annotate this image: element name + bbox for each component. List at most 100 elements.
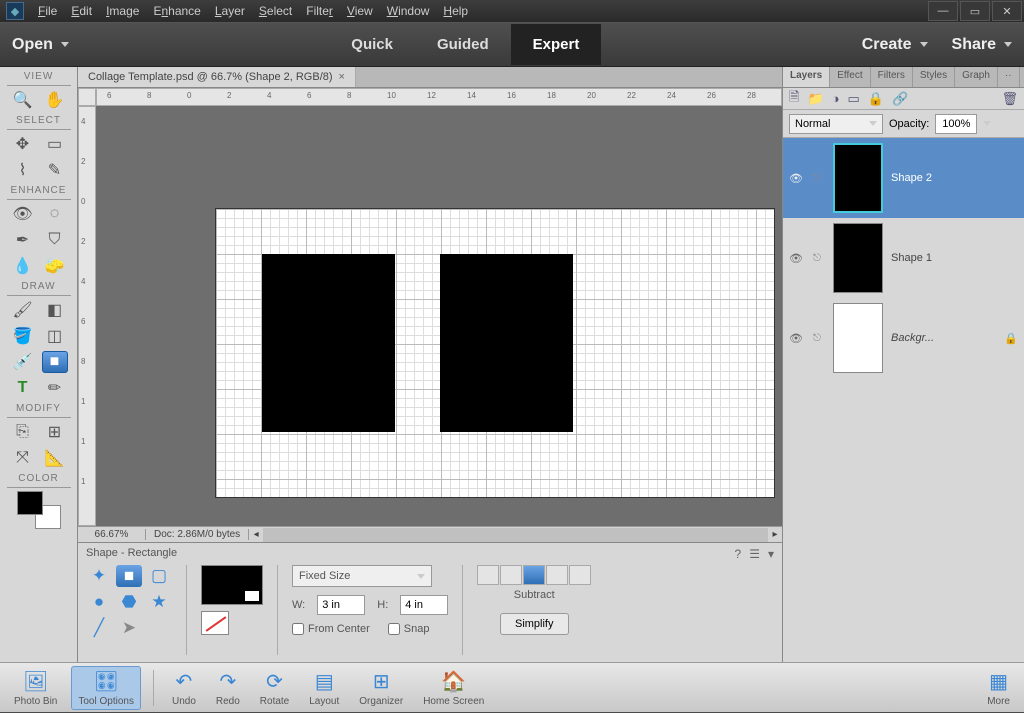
document-tab[interactable]: Collage Template.psd @ 66.7% (Shape 2, R…	[78, 67, 356, 87]
mode-tab-expert[interactable]: Expert	[511, 24, 602, 65]
shape-polygon[interactable]: ⬣	[116, 591, 142, 613]
visibility-icon[interactable]: 👁	[789, 332, 805, 345]
layer-item[interactable]: 👁 ⎋ Shape 2	[783, 138, 1024, 218]
height-input[interactable]	[400, 595, 448, 615]
menu-view[interactable]: View	[347, 4, 373, 18]
spot-heal-tool[interactable]: ◌	[42, 203, 68, 225]
fill-preview[interactable]	[201, 565, 263, 605]
scroll-right-button[interactable]: ▸	[768, 529, 782, 540]
brush-tool[interactable]: 🖌	[10, 299, 36, 321]
layout-button[interactable]: ▤Layout	[303, 667, 345, 709]
new-layer-icon[interactable]: 🗎	[789, 88, 799, 110]
panel-menu-icon[interactable]: ☰	[749, 547, 760, 561]
blur-tool[interactable]: 💧	[10, 255, 36, 277]
redo-button[interactable]: ↷Redo	[210, 667, 246, 709]
layer-name[interactable]: Backgr...	[891, 332, 996, 344]
home-screen-button[interactable]: 🏠Home Screen	[417, 667, 490, 709]
menu-filter[interactable]: Filter	[306, 4, 333, 18]
shape-custom[interactable]: ✦	[86, 565, 112, 587]
trash-icon[interactable]: 🗑	[1001, 91, 1018, 107]
width-input[interactable]	[317, 595, 365, 615]
visibility-icon[interactable]: 👁	[789, 172, 805, 185]
close-icon[interactable]: ×	[339, 71, 345, 83]
snap-checkbox[interactable]: Snap	[388, 623, 430, 635]
pathop-subtract[interactable]	[523, 565, 545, 585]
pathop-new[interactable]	[477, 565, 499, 585]
shape-tool[interactable]: ■	[42, 351, 68, 373]
more-button[interactable]: ▦More	[981, 667, 1016, 709]
marquee-tool[interactable]: ▭	[42, 133, 68, 155]
panel-tab-layers[interactable]: Layers	[783, 67, 830, 87]
panel-tab-filters[interactable]: Filters	[871, 67, 913, 87]
zoom-tool[interactable]: 🔍	[10, 89, 36, 111]
undo-button[interactable]: ↶Undo	[166, 667, 202, 709]
shape-2[interactable]	[440, 254, 573, 432]
menu-file[interactable]: File	[38, 4, 57, 18]
move-tool[interactable]: ✥	[10, 133, 36, 155]
bucket-tool[interactable]: 🪣	[10, 325, 36, 347]
straighten-tool[interactable]: 📐	[42, 447, 68, 469]
layer-item[interactable]: 👁 ⎋ Shape 1	[783, 218, 1024, 298]
photo-bin-button[interactable]: 🖼Photo Bin	[8, 667, 63, 709]
zoom-readout[interactable]: 66.67%	[78, 529, 146, 540]
menu-window[interactable]: Window	[387, 4, 430, 18]
help-icon[interactable]: ?	[735, 547, 742, 561]
eyedropper-tool[interactable]: 💉	[10, 351, 36, 373]
content-move-tool[interactable]: ⤧	[10, 447, 36, 469]
stroke-none[interactable]	[201, 611, 229, 635]
pathop-exclude[interactable]	[569, 565, 591, 585]
rotate-button[interactable]: ⟳Rotate	[254, 667, 295, 709]
layer-thumbnail[interactable]	[833, 303, 883, 373]
pencil-tool[interactable]: ✏	[42, 377, 68, 399]
panel-tab-styles[interactable]: Styles	[913, 67, 955, 87]
horizontal-scrollbar[interactable]	[263, 528, 768, 542]
mode-tab-guided[interactable]: Guided	[415, 24, 511, 65]
open-dropdown[interactable]: Open	[12, 36, 69, 54]
lock-icon[interactable]: 🔒	[868, 91, 884, 107]
shape-rounded[interactable]: ▢	[146, 565, 172, 587]
lock-indicator[interactable]: ⎋	[813, 173, 825, 184]
shape-selection[interactable]: ➤	[116, 617, 142, 639]
eraser-tool[interactable]: ◧	[42, 299, 68, 321]
organizer-button[interactable]: ⊞Organizer	[353, 667, 409, 709]
create-dropdown[interactable]: Create	[862, 36, 928, 54]
menu-enhance[interactable]: Enhance	[153, 4, 200, 18]
simplify-button[interactable]: Simplify	[500, 613, 569, 635]
maximize-button[interactable]: ▭	[960, 1, 990, 21]
menu-help[interactable]: Help	[443, 4, 468, 18]
foreground-color[interactable]	[17, 491, 43, 515]
adjustment-icon[interactable]: ◑	[832, 91, 840, 106]
color-swatch[interactable]	[17, 491, 61, 529]
pathop-intersect[interactable]	[546, 565, 568, 585]
shape-ellipse[interactable]: ●	[86, 591, 112, 613]
panel-tab-more[interactable]: ··	[998, 67, 1020, 87]
scroll-left-button[interactable]: ◂	[249, 529, 263, 540]
close-button[interactable]: ✕	[992, 1, 1022, 21]
collapse-icon[interactable]: ▾	[768, 547, 774, 561]
lock-indicator[interactable]: ⎋	[813, 253, 825, 264]
new-group-icon[interactable]: 📁	[807, 91, 823, 107]
layer-thumbnail[interactable]	[833, 223, 883, 293]
lasso-tool[interactable]: ⌇	[10, 159, 36, 181]
mask-icon[interactable]: ▭	[848, 91, 860, 107]
canvas-viewport[interactable]	[96, 106, 782, 526]
layer-thumbnail[interactable]	[833, 143, 883, 213]
crop-tool[interactable]: ⎘	[10, 421, 36, 443]
mode-tab-quick[interactable]: Quick	[329, 24, 415, 65]
menu-edit[interactable]: Edit	[71, 4, 92, 18]
visibility-icon[interactable]: 👁	[789, 252, 805, 265]
hand-tool[interactable]: ✋	[42, 89, 68, 111]
menu-layer[interactable]: Layer	[215, 4, 245, 18]
blend-mode-dropdown[interactable]: Normal	[789, 114, 883, 134]
tool-options-button[interactable]: 🎛Tool Options	[71, 666, 141, 710]
panel-tab-graphics[interactable]: Graph	[955, 67, 998, 87]
shape-1[interactable]	[262, 254, 395, 432]
minimize-button[interactable]: —	[928, 1, 958, 21]
layer-item[interactable]: 👁 ⎋ Backgr... 🔒	[783, 298, 1024, 378]
gradient-tool[interactable]: ◫	[42, 325, 68, 347]
clone-stamp-tool[interactable]: ⛉	[42, 229, 68, 251]
share-dropdown[interactable]: Share	[952, 36, 1012, 54]
panel-tab-effects[interactable]: Effect	[830, 67, 870, 87]
shape-star[interactable]: ★	[146, 591, 172, 613]
sponge-tool[interactable]: 🧽	[42, 255, 68, 277]
